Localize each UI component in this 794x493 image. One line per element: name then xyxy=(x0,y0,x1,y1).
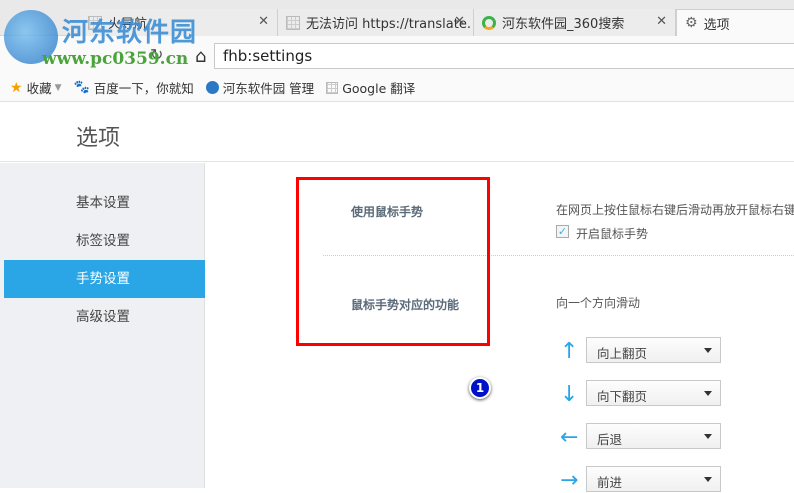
tab-label: 火导航 xyxy=(108,17,148,32)
caret-down-icon xyxy=(704,391,712,396)
enable-gesture-checkbox[interactable]: ✓ xyxy=(556,225,569,238)
site-icon xyxy=(205,81,219,94)
close-icon[interactable]: ✕ xyxy=(656,14,667,29)
sidebar-item-basic[interactable]: 基本设置 xyxy=(4,184,205,222)
use-gesture-description: 在网页上按住鼠标右键后滑动再放开鼠标右键 xyxy=(556,203,794,217)
arrow-right-icon: → xyxy=(560,468,579,493)
page-title: 选项 xyxy=(76,126,121,151)
tab-label: 无法访问 https://translate. xyxy=(306,17,471,32)
select-value: 向下翻页 xyxy=(597,389,648,404)
tab-360-search[interactable]: 河东软件园_360搜索 ✕ xyxy=(474,9,676,36)
select-value: 向上翻页 xyxy=(597,346,648,361)
bookmark-favorites[interactable]: ★ 收藏 ▼ xyxy=(10,78,62,97)
gesture-right-select[interactable]: 前进 xyxy=(586,466,721,492)
arrow-left-icon: ← xyxy=(560,425,579,450)
grid-icon xyxy=(88,15,102,30)
bookmark-label: 百度一下，你就知 xyxy=(93,81,194,96)
grid-icon xyxy=(326,81,339,94)
close-icon[interactable]: ✕ xyxy=(258,14,269,29)
gesture-down-select[interactable]: 向下翻页 xyxy=(586,380,721,406)
bookmark-google-translate[interactable]: Google 翻译 xyxy=(326,78,415,97)
address-text: fhb:settings xyxy=(223,47,313,65)
chevron-down-icon: ▼ xyxy=(54,82,62,93)
grid-icon xyxy=(286,15,300,30)
caret-down-icon xyxy=(704,348,712,353)
sidebar-item-advanced[interactable]: 高级设置 xyxy=(4,298,205,336)
gesture-function-description: 向一个方向滑动 xyxy=(556,296,641,310)
page-header: 选项 xyxy=(0,102,794,162)
bookmark-label: Google 翻译 xyxy=(342,81,416,96)
star-icon: ★ xyxy=(10,79,23,96)
gesture-up-select[interactable]: 向上翻页 xyxy=(586,337,721,363)
tab-translate[interactable]: 无法访问 https://translate. ✕ xyxy=(278,9,474,36)
navigation-bar: ↻ ⌂ fhb:settings xyxy=(0,36,794,74)
tab-label: 河东软件园_360搜索 xyxy=(502,17,625,32)
home-icon[interactable]: ⌂ xyxy=(195,46,206,67)
sidebar: 基本设置 标签设置 手势设置 高级设置 xyxy=(0,163,205,488)
bookmark-label: 收藏 xyxy=(26,81,52,96)
360-search-icon xyxy=(482,15,496,30)
tab-label: 选项 xyxy=(703,17,730,33)
close-icon[interactable]: ✕ xyxy=(454,14,465,29)
bookmark-baidu[interactable]: 🐾 百度一下，你就知 xyxy=(74,78,194,97)
caret-down-icon xyxy=(704,434,712,439)
bookmark-label: 河东软件园 管理 xyxy=(222,81,315,96)
tab-navigation[interactable]: 火导航 ✕ xyxy=(80,9,278,36)
sidebar-item-gestures[interactable]: 手势设置 xyxy=(4,260,205,298)
baidu-icon: 🐾 xyxy=(73,80,90,95)
bookmark-hedong[interactable]: 河东软件园 管理 xyxy=(205,78,315,97)
highlight-box xyxy=(296,177,490,346)
gesture-left-select[interactable]: 后退 xyxy=(586,423,721,449)
annotation-badge: 1 xyxy=(469,377,491,399)
enable-gesture-label: 开启鼠标手势 xyxy=(576,227,649,241)
select-value: 后退 xyxy=(597,432,623,447)
caret-down-icon xyxy=(704,477,712,482)
tab-bar: 火导航 ✕ 无法访问 https://translate. ✕ 河东软件园_36… xyxy=(0,0,794,36)
address-bar[interactable]: fhb:settings xyxy=(214,43,794,69)
sidebar-item-tabs[interactable]: 标签设置 xyxy=(4,222,205,260)
gear-icon: ⚙ xyxy=(685,15,698,31)
arrow-up-icon: ↑ xyxy=(560,339,579,364)
tab-settings[interactable]: ⚙ 选项 xyxy=(676,9,794,36)
bookmarks-bar: ★ 收藏 ▼ 🐾 百度一下，你就知 河东软件园 管理 Google 翻译 xyxy=(0,74,794,102)
refresh-icon[interactable]: ↻ xyxy=(150,45,163,64)
arrow-down-icon: ↓ xyxy=(560,382,579,407)
